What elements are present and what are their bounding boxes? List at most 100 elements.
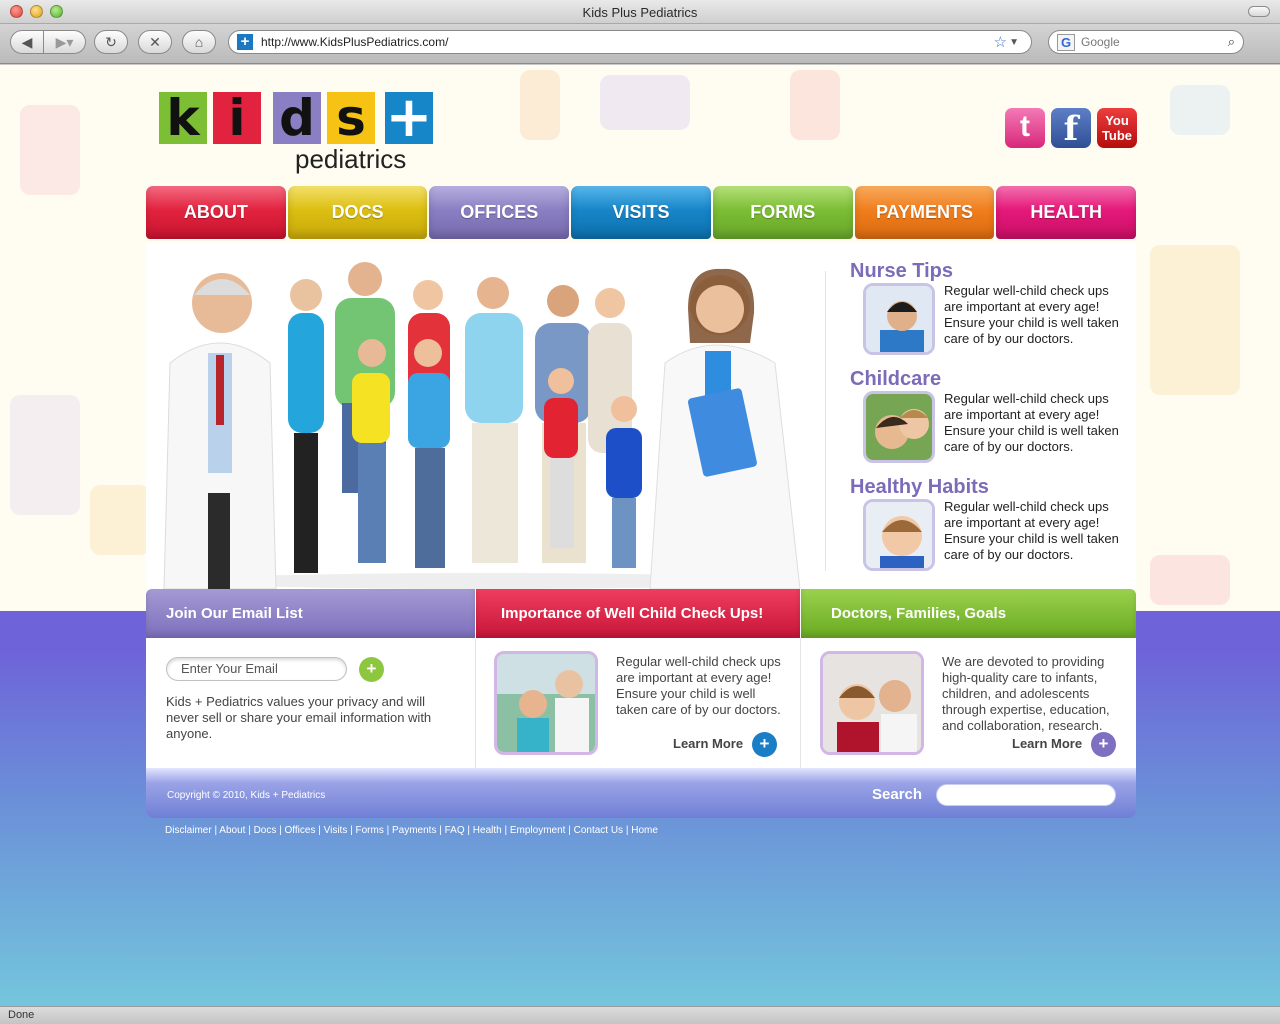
main-navigation: ABOUT DOCS OFFICES VISITS FORMS PAYMENTS…	[146, 186, 1137, 239]
nav-docs[interactable]: DOCS	[287, 186, 428, 239]
nav-health[interactable]: HEALTH	[996, 186, 1137, 239]
checkups-text: Regular well-child check ups are importa…	[616, 654, 781, 717]
privacy-note: Kids + Pediatrics values your privacy an…	[166, 694, 432, 741]
title-bar: Kids Plus Pediatrics	[0, 0, 1280, 24]
facebook-icon[interactable]: f	[1051, 108, 1091, 149]
families-header[interactable]: Doctors, Families, Goals	[800, 589, 1136, 638]
tip-childcare: Childcare Regular well-child check ups a…	[850, 368, 1130, 476]
status-bar: Done	[0, 1006, 1280, 1024]
checkups-header[interactable]: Importance of Well Child Check Ups!	[475, 589, 800, 638]
google-icon[interactable]: G	[1057, 33, 1075, 51]
footer-link-about[interactable]: About	[219, 825, 245, 836]
checkups-learn-more-button[interactable]: +	[752, 732, 777, 757]
tips-list: Nurse Tips Regular well-child check ups …	[850, 260, 1130, 584]
families-learn-more-button[interactable]: +	[1091, 732, 1116, 757]
site-favicon-icon: +	[237, 34, 253, 50]
home-button[interactable]: ⌂	[182, 30, 216, 54]
tip-text: Regular well-child check ups are importa…	[944, 391, 1119, 454]
url-text[interactable]: http://www.KidsPlusPediatrics.com/	[261, 35, 994, 49]
logo-letter-d: d	[273, 92, 321, 144]
back-button[interactable]: ◀	[10, 30, 44, 54]
plus-icon: +	[759, 734, 770, 753]
nav-offices[interactable]: OFFICES	[429, 186, 570, 239]
plus-icon: +	[366, 659, 377, 678]
twitter-icon[interactable]: t	[1005, 108, 1045, 148]
email-list-header: Join Our Email List	[146, 589, 475, 638]
forward-arrow-icon: ▶▾	[55, 33, 74, 50]
stop-button[interactable]: ✕	[138, 30, 172, 54]
families-text: We are devoted to providing high-quality…	[942, 654, 1110, 733]
hero-divider	[825, 271, 826, 571]
footer-link-contact-us[interactable]: Contact Us	[574, 825, 623, 836]
site-logo[interactable]: k i d s + pediatrics	[159, 85, 435, 176]
doctors-and-families-photo	[163, 262, 801, 589]
back-arrow-icon: ◀	[21, 33, 33, 50]
email-input[interactable]: Enter Your Email	[166, 657, 347, 681]
logo-plus: +	[385, 85, 433, 150]
nav-about[interactable]: ABOUT	[146, 186, 286, 239]
tip-text: Regular well-child check ups are importa…	[944, 283, 1119, 346]
section-headers: Join Our Email List Importance of Well C…	[146, 589, 1136, 638]
footer-link-home[interactable]: Home	[631, 825, 658, 836]
logo-letter-i: i	[213, 92, 261, 144]
tip-title[interactable]: Healthy Habits	[850, 476, 1130, 499]
site-search-input[interactable]	[936, 784, 1116, 806]
forward-button[interactable]: ▶▾	[44, 30, 86, 54]
bookmark-star-icon[interactable]: ☆	[994, 33, 1007, 51]
footer-link-health[interactable]: Health	[473, 825, 502, 836]
stop-icon: ✕	[149, 33, 161, 50]
families-panel: We are devoted to providing high-quality…	[800, 638, 1136, 768]
reload-icon: ↻	[105, 33, 117, 50]
section-panels: Enter Your Email + Kids + Pediatrics val…	[146, 638, 1136, 768]
tip-nurse-tips: Nurse Tips Regular well-child check ups …	[850, 260, 1130, 368]
tip-title[interactable]: Childcare	[850, 368, 1130, 391]
address-bar[interactable]: + http://www.KidsPlusPediatrics.com/ ☆ ▼	[228, 30, 1032, 54]
reload-button[interactable]: ↻	[94, 30, 128, 54]
window-title: Kids Plus Pediatrics	[582, 5, 698, 20]
tip-text: Regular well-child check ups are importa…	[944, 499, 1119, 562]
browser-search-box[interactable]: G Google ⌕	[1048, 30, 1244, 54]
checkups-learn-more-link[interactable]: Learn More	[673, 736, 743, 751]
email-signup-panel: Enter Your Email + Kids + Pediatrics val…	[146, 638, 475, 768]
footer-link-visits[interactable]: Visits	[324, 825, 348, 836]
nav-forms[interactable]: FORMS	[712, 186, 853, 239]
healthy-habits-photo[interactable]	[863, 499, 935, 571]
checkups-panel: Regular well-child check ups are importa…	[475, 638, 800, 768]
footer-link-docs[interactable]: Docs	[254, 825, 277, 836]
female-doctor-figure	[649, 268, 801, 589]
nav-payments[interactable]: PAYMENTS	[854, 186, 995, 239]
childcare-photo[interactable]	[863, 391, 935, 463]
footer-links: Disclaimer | About | Docs | Offices | Vi…	[165, 825, 658, 836]
footer-link-payments[interactable]: Payments	[392, 825, 436, 836]
footer-link-offices[interactable]: Offices	[285, 825, 316, 836]
families-learn-more-link[interactable]: Learn More	[1012, 736, 1082, 751]
history-dropdown-icon[interactable]: ▼	[1009, 37, 1019, 48]
browser-search-input[interactable]: Google	[1081, 35, 1228, 49]
footer-link-faq[interactable]: FAQ	[445, 825, 465, 836]
tip-title[interactable]: Nurse Tips	[850, 260, 1130, 283]
footer-link-employment[interactable]: Employment	[510, 825, 566, 836]
tip-healthy-habits: Healthy Habits Regular well-child check …	[850, 476, 1130, 584]
page-content: k i d s + pediatrics t f You Tube ABOUT D…	[146, 65, 1137, 1006]
nurse-photo[interactable]	[863, 283, 935, 355]
plus-icon: +	[1098, 734, 1109, 753]
toolbar-toggle-button[interactable]	[1248, 6, 1270, 17]
hero-section: Nurse Tips Regular well-child check ups …	[146, 243, 1136, 589]
browser-toolbar: ◀ ▶▾ ↻ ✕ ⌂ + http://www.KidsPlusPediatri…	[0, 24, 1280, 64]
copyright: Copyright © 2010, Kids + Pediatrics	[167, 790, 326, 801]
checkup-photo[interactable]	[494, 651, 598, 755]
logo-subtitle: pediatrics	[295, 144, 407, 174]
nav-visits[interactable]: VISITS	[571, 186, 711, 239]
families-photo[interactable]	[820, 651, 924, 755]
family-figures	[288, 262, 642, 573]
page-viewport: k i d s + pediatrics t f You Tube ABOUT D…	[0, 65, 1280, 1006]
male-doctor-figure	[163, 273, 277, 589]
home-icon: ⌂	[194, 34, 204, 50]
magnifier-icon[interactable]: ⌕	[1228, 34, 1235, 50]
site-search-label: Search	[872, 786, 923, 803]
youtube-icon[interactable]: You Tube	[1097, 108, 1137, 148]
footer-bar: Copyright © 2010, Kids + Pediatrics Sear…	[146, 768, 1136, 818]
footer-link-forms[interactable]: Forms	[356, 825, 384, 836]
footer-link-disclaimer[interactable]: Disclaimer	[165, 825, 212, 836]
email-submit-button[interactable]: +	[359, 657, 384, 682]
